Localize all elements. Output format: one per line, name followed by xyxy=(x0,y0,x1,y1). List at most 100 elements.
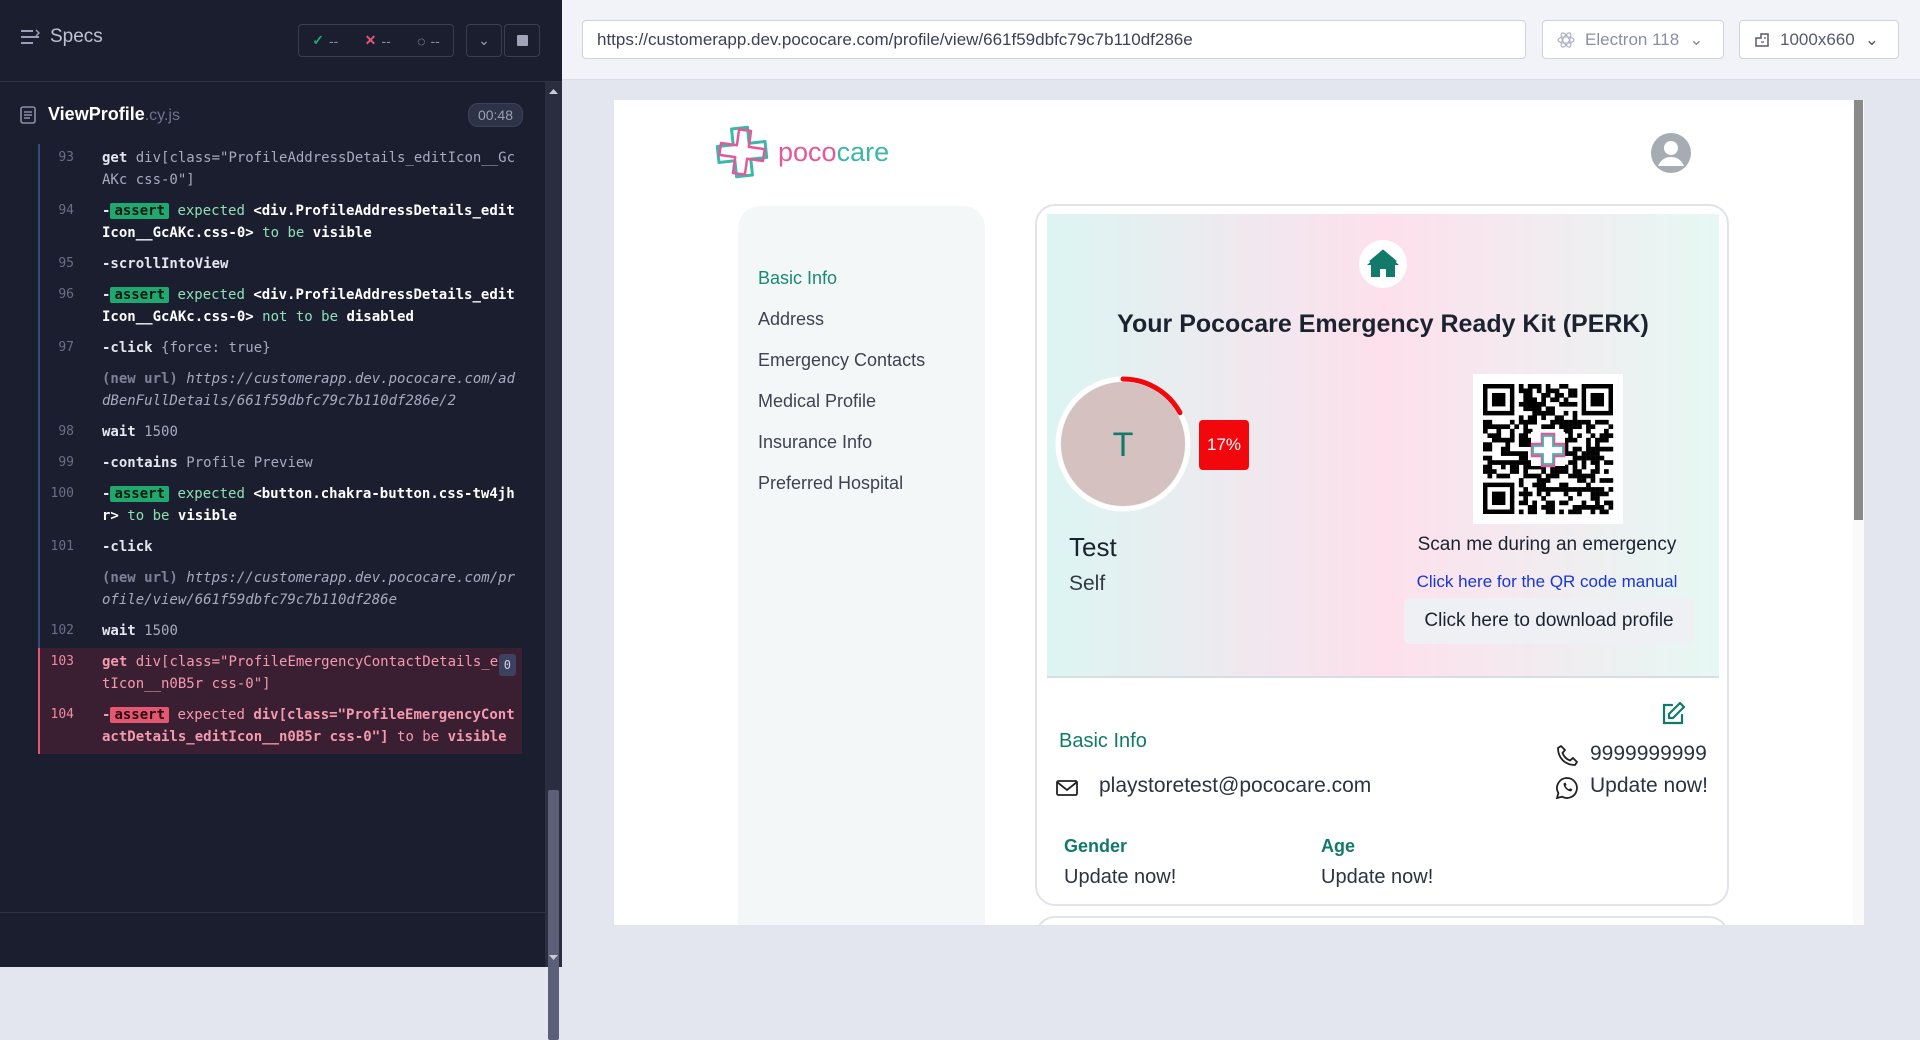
command-row[interactable]: 94- assert expected <div.ProfileAddressDe… xyxy=(38,197,522,250)
stop-icon xyxy=(516,35,528,46)
command-name: get xyxy=(102,150,128,166)
command-name: -contains xyxy=(102,455,178,471)
specs-label: Specs xyxy=(50,26,103,47)
command-number: 97 xyxy=(58,340,74,355)
assert-badge: assert xyxy=(110,486,170,502)
app-scrollbar-thumb[interactable] xyxy=(1854,100,1863,520)
assert-badge: assert xyxy=(110,203,170,219)
command-number: 101 xyxy=(50,539,74,554)
command-arg: {force: true} xyxy=(161,340,271,356)
command-name: get xyxy=(102,654,128,670)
whatsapp-value[interactable]: Update now! xyxy=(1590,774,1708,798)
progress-badge: 17% xyxy=(1199,420,1249,470)
command-number: 96 xyxy=(58,287,74,302)
profile-relation: Self xyxy=(1069,572,1106,595)
command-row[interactable]: 93 get div[class="ProfileAddressDetails_e… xyxy=(38,144,522,197)
command-number: 100 xyxy=(50,486,74,501)
command-row[interactable]: 98 wait 1500 xyxy=(38,418,522,449)
url-field[interactable]: https://customerapp.dev.pococare.com/pro… xyxy=(582,20,1526,59)
command-arg: div[class="ProfileEmergencyContactDetail… xyxy=(102,654,516,692)
passed-count: ✓ -- xyxy=(312,32,339,49)
pococare-logo[interactable]: pococare xyxy=(712,122,889,182)
command-keyword: not to be xyxy=(262,309,339,325)
sidenav-item-preferred-hospital[interactable]: Preferred Hospital xyxy=(758,473,903,494)
logo-text-poco: poco xyxy=(778,136,837,167)
user-avatar-icon[interactable] xyxy=(1650,132,1692,174)
command-row[interactable]: 101 -click xyxy=(38,533,522,564)
email-value: playstoretest@pococare.com xyxy=(1099,774,1372,797)
command-row[interactable]: 102 wait 1500 xyxy=(38,617,522,648)
specs-toggle[interactable]: Specs xyxy=(20,26,103,48)
command-row[interactable]: 103 get div[class="ProfileEmergencyContac… xyxy=(38,648,522,701)
command-log-panel: Specs ✓ -- ✕ -- ◌ -- ⌄ ViewProfile.cy.js 00… xyxy=(0,0,562,1040)
scrollbar-thumb[interactable] xyxy=(548,790,559,1040)
scroll-down-icon xyxy=(549,955,558,960)
qr-code-image[interactable] xyxy=(1473,374,1623,524)
viewport-label: 1000x660 xyxy=(1780,29,1855,49)
command-arg: 1500 xyxy=(144,424,178,440)
menu-icon xyxy=(21,29,40,44)
whatsapp-icon xyxy=(1555,777,1578,800)
basic-info-title: Basic Info xyxy=(1059,730,1147,752)
sidenav-item-address[interactable]: Address xyxy=(758,309,824,330)
check-icon: ✓ xyxy=(312,32,324,48)
viewport-select[interactable]: 1000x660 ⌄ xyxy=(1739,20,1899,59)
command-row[interactable]: 99 -contains Profile Preview xyxy=(38,449,522,480)
spec-file-row[interactable]: ViewProfile.cy.js 00:48 xyxy=(0,90,545,138)
edit-icon[interactable] xyxy=(1659,700,1687,728)
electron-icon xyxy=(1557,31,1575,48)
command-row[interactable]: 97 -click {force: true} xyxy=(38,334,522,365)
sidenav-item-insurance-info[interactable]: Insurance Info xyxy=(758,432,872,453)
browser-label: Electron 118 xyxy=(1585,29,1680,49)
app-scrollbar[interactable] xyxy=(1853,100,1864,925)
profile-name: Test xyxy=(1069,532,1117,562)
command-row[interactable]: (new url) https://customerapp.dev.pococa… xyxy=(38,365,522,418)
profile-progress-ring: T xyxy=(1055,376,1191,512)
download-profile-button[interactable]: Click here to download profile xyxy=(1404,598,1694,644)
command-arg: Profile Preview xyxy=(186,455,313,471)
dropdown-button[interactable]: ⌄ xyxy=(466,24,502,57)
command-number: 94 xyxy=(58,203,74,218)
spec-name: ViewProfile xyxy=(48,104,145,124)
command-post: visible xyxy=(312,225,372,241)
command-pre: expected xyxy=(177,203,245,219)
app-preview-frame: pococare Basic Info Address Emergency Cont… xyxy=(614,100,1864,925)
command-post: disabled xyxy=(346,309,414,325)
command-row[interactable]: 96- assert expected <div.ProfileAddressDe… xyxy=(38,281,522,334)
phone-icon xyxy=(1557,745,1578,766)
qr-manual-link[interactable]: Click here for the QR code manual xyxy=(1397,572,1697,592)
command-number: 103 xyxy=(50,654,74,669)
command-row[interactable]: 95 -scrollIntoView xyxy=(38,250,522,281)
command-post: visible xyxy=(447,729,507,745)
gender-value[interactable]: Update now! xyxy=(1064,866,1176,889)
browser-select[interactable]: Electron 118 ⌄ xyxy=(1542,20,1724,59)
command-number: 98 xyxy=(58,424,74,439)
reporter-header: Specs ✓ -- ✕ -- ◌ -- ⌄ xyxy=(0,0,562,82)
perk-section: Your Pococare Emergency Ready Kit (PERK)… xyxy=(1047,214,1719,678)
command-row[interactable]: (new url) https://customerapp.dev.pococa… xyxy=(38,564,522,617)
command-pre: expected xyxy=(177,486,245,502)
command-pre: expected xyxy=(177,707,245,723)
reporter-scrollbar[interactable] xyxy=(545,82,562,1040)
command-name: -scrollIntoView xyxy=(102,256,229,272)
chevron-down-icon: ⌄ xyxy=(478,32,490,48)
x-icon: ✕ xyxy=(364,32,377,48)
command-keyword: to be xyxy=(397,729,440,745)
command-row[interactable]: 100- assert expected <button.chakra-butto… xyxy=(38,480,522,533)
command-name: -click xyxy=(102,340,153,356)
age-label: Age xyxy=(1321,836,1356,856)
perk-title: Your Pococare Emergency Ready Kit (PERK) xyxy=(1117,310,1649,338)
sidenav-item-emergency-contacts[interactable]: Emergency Contacts xyxy=(758,350,925,371)
sidenav-item-basic-info[interactable]: Basic Info xyxy=(758,268,837,289)
command-row[interactable]: 104- assert expected div[class="ProfileEm… xyxy=(38,701,522,754)
pending-count: ◌ -- xyxy=(417,32,440,49)
stop-button[interactable] xyxy=(504,24,540,57)
age-value[interactable]: Update now! xyxy=(1321,866,1433,889)
failed-count: ✕ -- xyxy=(364,32,391,49)
sidenav-item-medical-profile[interactable]: Medical Profile xyxy=(758,391,876,412)
command-name: wait xyxy=(102,623,136,639)
logo-cross-icon xyxy=(715,125,769,179)
command-pre: expected xyxy=(177,287,245,303)
command-name: -click xyxy=(102,539,153,555)
command-keyword: to be xyxy=(262,225,305,241)
